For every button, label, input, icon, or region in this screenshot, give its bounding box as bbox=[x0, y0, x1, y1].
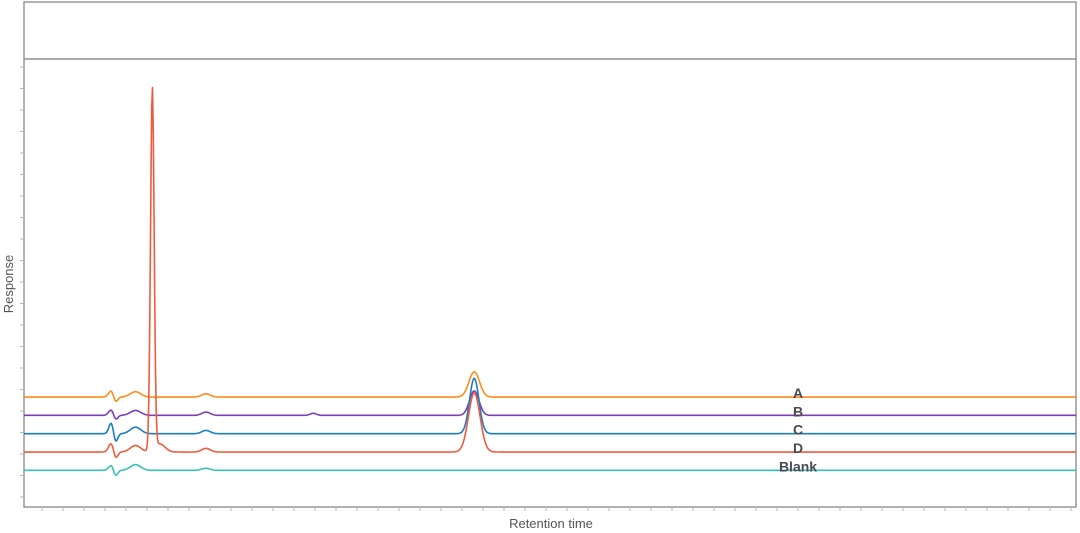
trace-label-a: A bbox=[793, 385, 803, 401]
traces bbox=[23, 86, 1077, 476]
plot-frame bbox=[23, 1, 1077, 508]
trace-label-c: C bbox=[793, 422, 803, 438]
trace-label-blank: Blank bbox=[779, 458, 817, 474]
trace-label-d: D bbox=[793, 440, 803, 456]
trace-c bbox=[23, 377, 1077, 442]
trace-d bbox=[23, 86, 1077, 459]
trace-a bbox=[23, 371, 1077, 403]
x-axis-title: Retention time bbox=[509, 516, 593, 531]
trace-label-b: B bbox=[793, 403, 803, 419]
trace-b bbox=[23, 390, 1077, 420]
y-axis-ticks bbox=[20, 66, 24, 498]
y-axis-title: Response bbox=[1, 255, 16, 314]
trace-blank bbox=[23, 463, 1077, 476]
trace-labels: ABCD Blank bbox=[779, 385, 817, 474]
chromatogram-chart: ABCD Blank Retention time Response bbox=[1, 1, 1077, 531]
